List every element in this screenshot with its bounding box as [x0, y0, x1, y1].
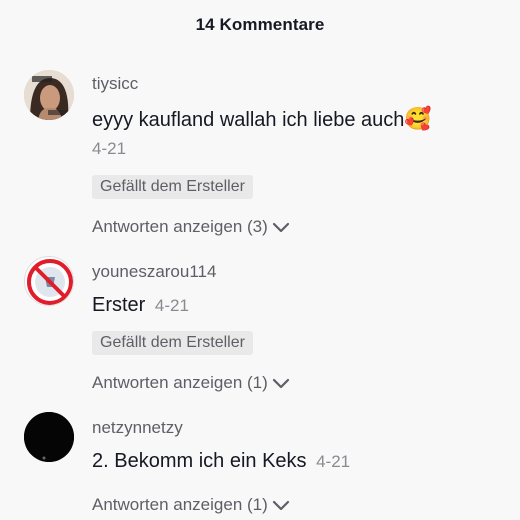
comment-count-title: 14 Kommentare [195, 15, 325, 34]
view-replies-label: Antworten anzeigen (1) [92, 495, 268, 514]
user-avatar-photo [24, 70, 74, 120]
view-replies-button[interactable]: Antworten anzeigen (1) [92, 493, 508, 517]
avatar[interactable] [24, 256, 74, 306]
chevron-down-icon [272, 222, 289, 233]
comment-date: 4-21 [316, 452, 351, 471]
comment-text-line: eyyy kaufland wallah ich liebe auch🥰 [92, 106, 508, 133]
view-replies-label: Antworten anzeigen (1) [92, 373, 268, 392]
comment-username[interactable]: tiysicc [92, 74, 508, 94]
chevron-down-icon [272, 500, 289, 511]
comment-text: 2. Bekomm ich ein Keks [92, 450, 307, 472]
no-super-league-avatar-icon [25, 257, 73, 305]
chevron-down-icon [272, 378, 289, 389]
comment-date: 4-21 [92, 139, 127, 158]
comments-header: 14 Kommentare [0, 0, 520, 50]
avatar[interactable] [24, 412, 74, 462]
comment-date: 4-21 [154, 296, 189, 315]
dark-avatar-photo [24, 412, 74, 462]
comment-text-line: Erster 4-21 [92, 292, 508, 319]
smiling-face-hearts-emoji: 🥰 [404, 106, 432, 131]
comment-text-line: 2. Bekomm ich ein Keks 4-21 [92, 448, 508, 475]
comment-text: eyyy kaufland wallah ich liebe auch [92, 109, 405, 131]
avatar[interactable] [24, 70, 74, 120]
comment-username[interactable]: youneszarou114 [92, 262, 508, 282]
view-replies-button[interactable]: Antworten anzeigen (3) [92, 215, 508, 239]
creator-liked-badge: Gefällt dem Ersteller [92, 175, 253, 199]
comment-text: Erster [92, 294, 146, 316]
creator-liked-badge: Gefällt dem Ersteller [92, 331, 253, 355]
comment-username[interactable]: netzynnetzy [92, 418, 508, 438]
view-replies-label: Antworten anzeigen (3) [92, 217, 268, 236]
view-replies-button[interactable]: Antworten anzeigen (1) [92, 371, 508, 395]
